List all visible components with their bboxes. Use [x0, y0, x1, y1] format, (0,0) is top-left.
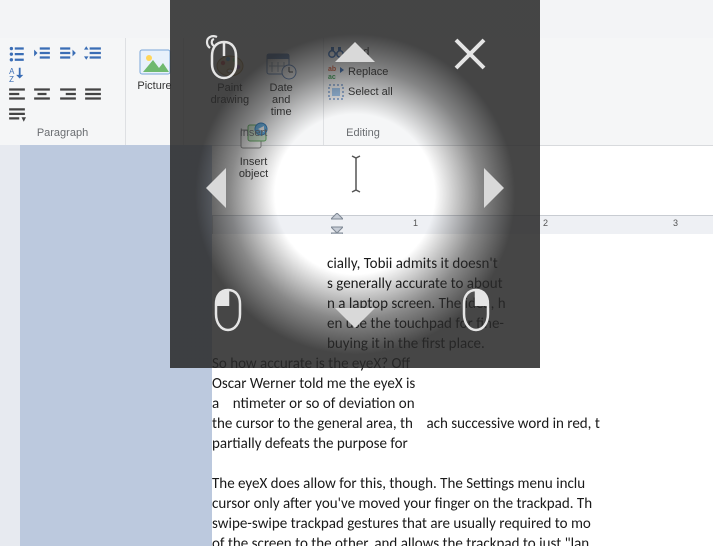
paragraph-2: The eyeX does allow for this, though. Th…: [212, 474, 713, 546]
vertical-ruler: [0, 145, 21, 546]
text-cursor-icon: [350, 154, 362, 194]
paragraph-settings-icon[interactable]: [8, 106, 26, 124]
align-left-icon[interactable]: [8, 85, 26, 103]
align-right-icon[interactable]: [59, 85, 77, 103]
scroll-up-arrow[interactable]: [333, 40, 377, 64]
group-paragraph: AZ Paragraph: [0, 38, 126, 145]
align-center-icon[interactable]: [33, 85, 51, 103]
indent-increase-icon[interactable]: [59, 44, 77, 62]
app-root: AZ Paragraph Picture Paint: [0, 0, 713, 546]
scroll-right-arrow[interactable]: [482, 166, 506, 210]
right-click-icon[interactable]: [458, 288, 494, 332]
paragraph-row2: [0, 84, 125, 126]
indent-decrease-icon[interactable]: [33, 44, 51, 62]
gaze-overlay: [170, 0, 540, 368]
close-icon[interactable]: [452, 36, 488, 72]
svg-text:Z: Z: [9, 75, 14, 83]
group-label-paragraph: Paragraph: [0, 127, 125, 139]
align-justify-icon[interactable]: [84, 85, 102, 103]
bullets-icon[interactable]: [8, 44, 26, 62]
scroll-left-arrow[interactable]: [204, 166, 228, 210]
left-click-icon[interactable]: [210, 288, 246, 332]
mouse-settings-icon[interactable]: [204, 34, 244, 80]
paragraph-row1: AZ: [0, 42, 125, 84]
line-spacing-icon[interactable]: [84, 44, 102, 62]
sort-icon[interactable]: AZ: [8, 65, 26, 83]
scroll-down-arrow[interactable]: [333, 306, 377, 330]
